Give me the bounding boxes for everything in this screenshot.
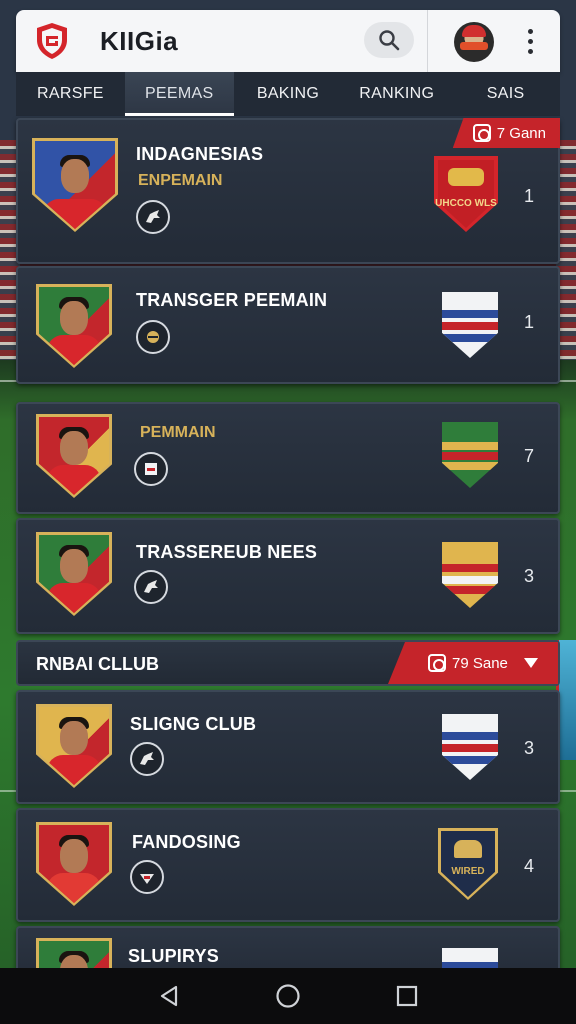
horse-emblem-icon — [134, 570, 168, 604]
tab-ranking[interactable]: RANKING — [342, 72, 451, 116]
club-crest — [442, 714, 498, 780]
club-crest — [442, 422, 498, 488]
emblem-icon — [134, 452, 168, 486]
section-title: RNBAI CLLUB — [36, 654, 159, 674]
tab-sais[interactable]: SAIS — [451, 72, 560, 116]
system-nav-bar — [0, 968, 576, 1024]
club-crest: UHCCO WLS — [434, 156, 498, 232]
player-crest — [36, 284, 112, 368]
app-header: KIIGia — [16, 10, 560, 72]
club-crest — [442, 542, 498, 608]
recents-icon[interactable] — [393, 982, 421, 1010]
rank-number: 3 — [524, 566, 535, 586]
emblem-icon — [136, 320, 170, 354]
ring-icon — [472, 124, 491, 142]
player-name: INDAGNESIAS — [136, 144, 264, 164]
chevron-down-icon — [524, 658, 538, 668]
rank-number: 1 — [524, 186, 535, 206]
list-item[interactable]: PEMMAIN 7 — [16, 402, 560, 514]
list-item[interactable]: FANDOSING WIRED 4 — [16, 808, 560, 922]
kebab-menu-icon[interactable] — [518, 26, 542, 56]
section-filter-label: 79 Sane — [452, 654, 508, 672]
hot-badge[interactable]: 7 Gann — [452, 118, 560, 148]
club-crest: WIRED — [438, 828, 498, 900]
player-crest — [32, 138, 118, 232]
ring-icon — [428, 654, 446, 672]
tab-peemas[interactable]: PEEMAS — [124, 72, 234, 116]
player-crest — [36, 822, 112, 906]
list-item[interactable]: INDAGNESIAS ENPEMAIN UHCCO WLS 1 7 Gann — [16, 118, 560, 264]
club-crest — [442, 292, 498, 358]
search-icon — [379, 30, 400, 51]
tab-baking[interactable]: BAKING — [234, 72, 343, 116]
back-icon[interactable] — [155, 982, 183, 1010]
avatar[interactable] — [454, 22, 494, 62]
list-item[interactable]: TRASSEREUB NEES 3 — [16, 518, 560, 634]
horse-emblem-icon — [136, 200, 170, 234]
section-header: RNBAI CLLUB 79 Sane — [16, 640, 560, 686]
rank-number: 7 — [524, 446, 535, 466]
player-name: SLUPIRYS — [128, 946, 219, 966]
app-title: KIIGia — [100, 25, 179, 56]
player-name: TRASSEREUB NEES — [136, 542, 318, 562]
player-name: TRANSGER PEEMAIN — [136, 290, 328, 310]
player-name: SLIGNG CLUB — [130, 714, 257, 734]
horse-emblem-icon — [130, 742, 164, 776]
player-crest — [36, 414, 112, 498]
tab-rarsfe[interactable]: RARSFE — [16, 72, 125, 116]
player-crest — [36, 532, 112, 616]
player-subtitle: ENPEMAIN — [138, 172, 223, 189]
hot-badge-label: 7 Gann — [496, 124, 546, 142]
tab-bar: RARSFE PEEMAS BAKING RANKING SAIS — [16, 72, 560, 116]
player-crest — [36, 704, 112, 788]
list-item[interactable]: TRANSGER PEEMAIN 1 — [16, 266, 560, 384]
emblem-icon — [130, 860, 164, 894]
search-button[interactable] — [364, 22, 414, 58]
rank-number: 4 — [524, 856, 535, 876]
player-name: FANDOSING — [132, 832, 241, 852]
section-filter-dropdown[interactable]: 79 Sane — [388, 642, 558, 684]
home-icon[interactable] — [274, 982, 302, 1010]
shield-logo-icon[interactable] — [34, 21, 70, 61]
player-subtitle: PEMMAIN — [140, 424, 216, 441]
rank-number: 3 — [524, 738, 535, 758]
list-item[interactable]: SLIGNG CLUB 3 — [16, 690, 560, 804]
rank-number: 1 — [524, 312, 535, 332]
header-divider — [427, 10, 428, 72]
